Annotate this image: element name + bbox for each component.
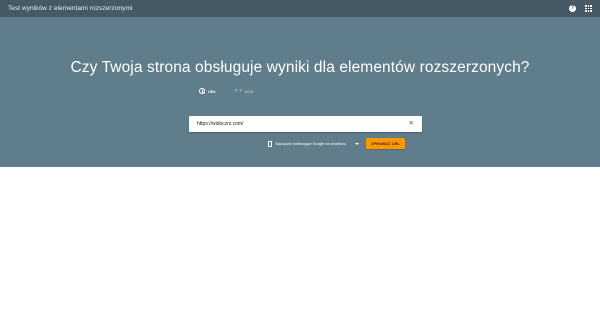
app-title: Test wyników z elementami rozszerzonymi (8, 5, 133, 12)
tab-url-label: URL (208, 88, 217, 94)
device-select[interactable]: Narzędzie indeksujące Google na smartfon… (268, 140, 360, 147)
tab-code[interactable]: < > KOD (234, 88, 253, 97)
help-icon[interactable]: ? (569, 5, 576, 12)
options-row: Narzędzie indeksujące Google na smartfon… (268, 138, 406, 149)
url-field-container: ✕ (189, 116, 422, 132)
topbar-actions: ? (569, 5, 592, 12)
hero-section: Czy Twoja strona obsługuje wyniki dla el… (0, 17, 600, 167)
globe-icon (199, 88, 205, 94)
top-app-bar: Test wyników z elementami rozszerzonymi … (0, 0, 600, 17)
code-icon: < > (234, 88, 242, 94)
page: Test wyników z elementami rozszerzonymi … (0, 0, 600, 323)
page-headline: Czy Twoja strona obsługuje wyniki dla el… (70, 59, 530, 76)
tab-code-label: KOD (244, 88, 254, 94)
input-mode-tabs: URL < > KOD (199, 88, 253, 97)
tab-url[interactable]: URL (199, 88, 216, 97)
device-select-label: Narzędzie indeksujące Google na smartfon… (275, 141, 347, 146)
apps-grid-icon[interactable] (585, 5, 592, 12)
dropdown-arrow-icon (355, 142, 360, 145)
url-input[interactable] (197, 121, 409, 127)
test-url-button[interactable]: SPRAWDŹ URL (366, 138, 406, 149)
smartphone-icon (268, 140, 272, 147)
close-icon[interactable]: ✕ (409, 120, 414, 127)
